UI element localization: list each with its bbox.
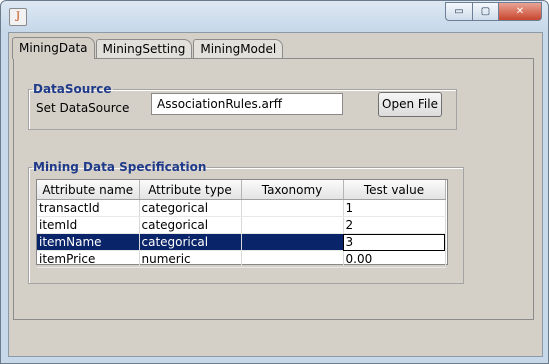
close-icon: ✕ xyxy=(515,6,525,17)
cell-attribute-name[interactable]: itemId xyxy=(37,216,140,234)
tab-strip: MiningData MiningSetting MiningModel xyxy=(12,37,284,59)
title-bar[interactable]: J ▭ ▢ ✕ xyxy=(1,1,548,31)
cell-attribute-type[interactable]: categorical xyxy=(139,199,242,217)
column-header-test-value[interactable]: Test value xyxy=(343,180,446,200)
miningdata-panel: DataSource Set DataSource Open File Mini… xyxy=(13,58,534,320)
content-area: MiningData MiningSetting MiningModel Dat… xyxy=(8,32,543,357)
column-header-attribute-name[interactable]: Attribute name xyxy=(37,180,140,200)
tab-miningdata[interactable]: MiningData xyxy=(12,37,95,59)
close-button[interactable]: ✕ xyxy=(499,2,542,21)
java-app-icon: J xyxy=(9,8,27,26)
cell-taxonomy[interactable] xyxy=(241,199,344,217)
column-header-attribute-type[interactable]: Attribute type xyxy=(139,180,242,200)
minimize-button[interactable]: ▭ xyxy=(445,2,472,21)
cell-attribute-type[interactable]: categorical xyxy=(139,216,242,234)
cell-attribute-name[interactable]: transactId xyxy=(37,199,140,217)
mining-spec-legend: Mining Data Specification xyxy=(33,160,207,174)
datasource-legend: DataSource xyxy=(33,82,112,96)
cell-taxonomy[interactable] xyxy=(241,250,344,268)
cell-test-value[interactable]: 2 xyxy=(343,216,446,234)
cell-taxonomy[interactable] xyxy=(241,233,344,251)
attribute-table[interactable]: Attribute name Attribute type Taxonomy T… xyxy=(36,179,448,268)
cell-attribute-type[interactable]: numeric xyxy=(139,250,242,268)
minimize-icon: ▭ xyxy=(454,6,464,17)
table-row-selected[interactable]: itemName categorical 3 xyxy=(37,233,446,251)
column-header-taxonomy[interactable]: Taxonomy xyxy=(241,180,344,200)
cell-attribute-name[interactable]: itemPrice xyxy=(37,250,140,268)
table-row[interactable]: itemId categorical 2 xyxy=(37,216,446,234)
cell-test-value-editor[interactable]: 3 xyxy=(343,233,446,251)
tab-miningmodel[interactable]: MiningModel xyxy=(193,39,284,59)
set-datasource-label: Set DataSource xyxy=(36,101,130,115)
cell-attribute-type[interactable]: categorical xyxy=(139,233,242,251)
cell-test-value[interactable]: 1 xyxy=(343,199,446,217)
open-file-button[interactable]: Open File xyxy=(378,92,442,117)
table-row[interactable]: itemPrice numeric 0.00 xyxy=(37,250,446,268)
tab-miningsetting[interactable]: MiningSetting xyxy=(95,39,193,59)
maximize-button[interactable]: ▢ xyxy=(472,2,499,21)
cell-test-value[interactable]: 0.00 xyxy=(343,250,446,268)
app-window: J ▭ ▢ ✕ MiningData MiningSetting MiningM… xyxy=(0,0,549,364)
maximize-icon: ▢ xyxy=(480,6,491,17)
cell-attribute-name[interactable]: itemName xyxy=(37,233,140,251)
cell-taxonomy[interactable] xyxy=(241,216,344,234)
table-header: Attribute name Attribute type Taxonomy T… xyxy=(37,180,446,200)
datasource-input[interactable] xyxy=(151,93,343,115)
table-row[interactable]: transactId categorical 1 xyxy=(37,199,446,217)
